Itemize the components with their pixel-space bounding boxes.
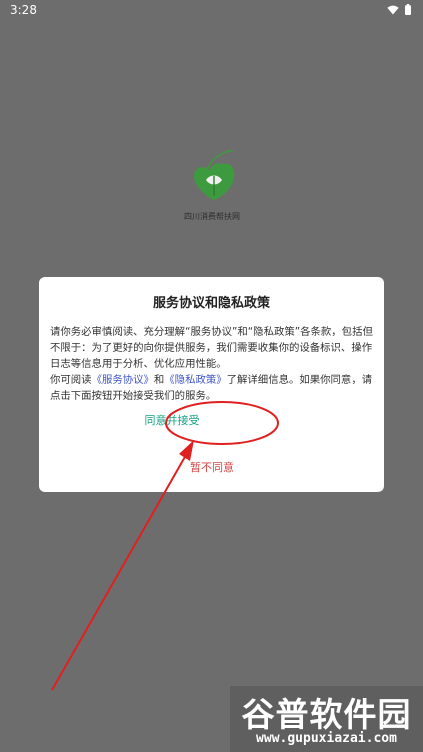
leaf-logo [194,150,235,200]
status-icons [387,4,411,15]
dialog-body-text: 请你务必审慎阅读、充分理解“服务协议”和“隐私政策”各条款，包括但不限于：为了更… [50,326,373,370]
watermark-brand: 谷普软件园 [241,695,412,734]
watermark: 谷普软件园 www.gupuxiazai.com [230,686,423,752]
wifi-icon [387,5,399,14]
battery-icon [405,4,411,15]
status-time: 3:28 [10,3,37,17]
privacy-policy-link[interactable]: 《隐私政策》 [164,374,226,386]
dialog-body-and: 和 [153,374,165,386]
dialog-body: 请你务必审慎阅读、充分理解“服务协议”和“隐私政策”各条款，包括但不限于：为了更… [50,324,375,404]
status-bar: 3:28 [0,0,423,20]
dialog-title: 服务协议和隐私政策 [152,296,270,311]
watermark-url: www.gupuxiazai.com [256,731,397,746]
disagree-button[interactable]: 暂不同意 [150,459,274,475]
splash-app-name: 四川消费帮扶网 [184,212,240,221]
service-agreement-link[interactable]: 《服务协议》 [92,374,154,386]
dialog-body-prefix: 你可阅读 [50,374,92,386]
agree-button[interactable]: 同意并接受 [122,412,222,428]
